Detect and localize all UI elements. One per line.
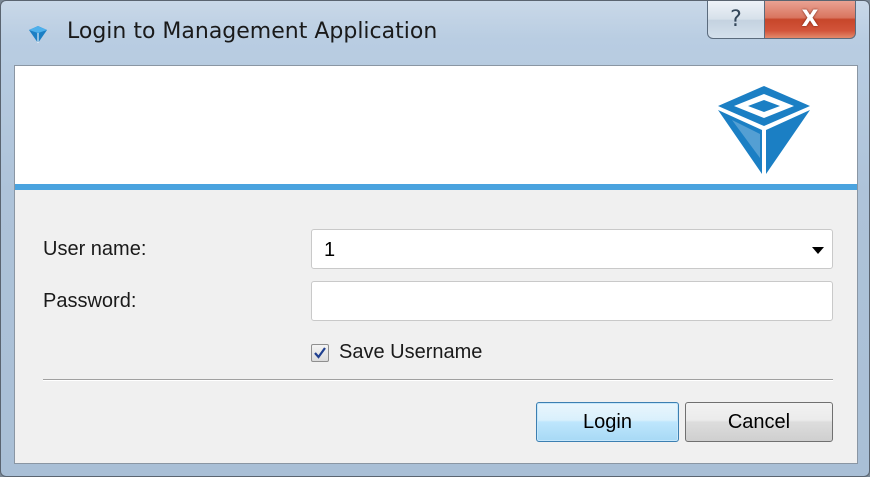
save-username-checkbox[interactable] [311,344,329,362]
close-icon: X [801,7,819,32]
window-title: Login to Management Application [67,19,438,44]
title-bar[interactable]: Login to Management Application ? X [1,1,869,65]
save-username-label[interactable]: Save Username [339,341,482,364]
password-input[interactable] [311,281,833,321]
dialog-body: User name: 1 Password: Save Username Log… [14,65,858,464]
chevron-down-icon[interactable] [812,247,824,254]
help-button[interactable]: ? [707,1,765,39]
header-banner [15,66,857,184]
username-label: User name: [43,238,147,260]
username-value: 1 [324,239,336,261]
login-window: Login to Management Application ? X User… [0,0,870,477]
app-logo-icon [29,26,47,43]
login-button[interactable]: Login [536,402,679,442]
close-button[interactable]: X [764,1,856,39]
password-label: Password: [43,290,137,312]
divider [43,379,833,381]
check-icon [314,347,326,359]
cancel-button[interactable]: Cancel [685,402,833,442]
help-icon: ? [730,7,742,32]
username-combobox[interactable]: 1 [311,229,833,269]
brand-logo-icon [718,86,810,174]
banner-accent-line [15,184,857,190]
